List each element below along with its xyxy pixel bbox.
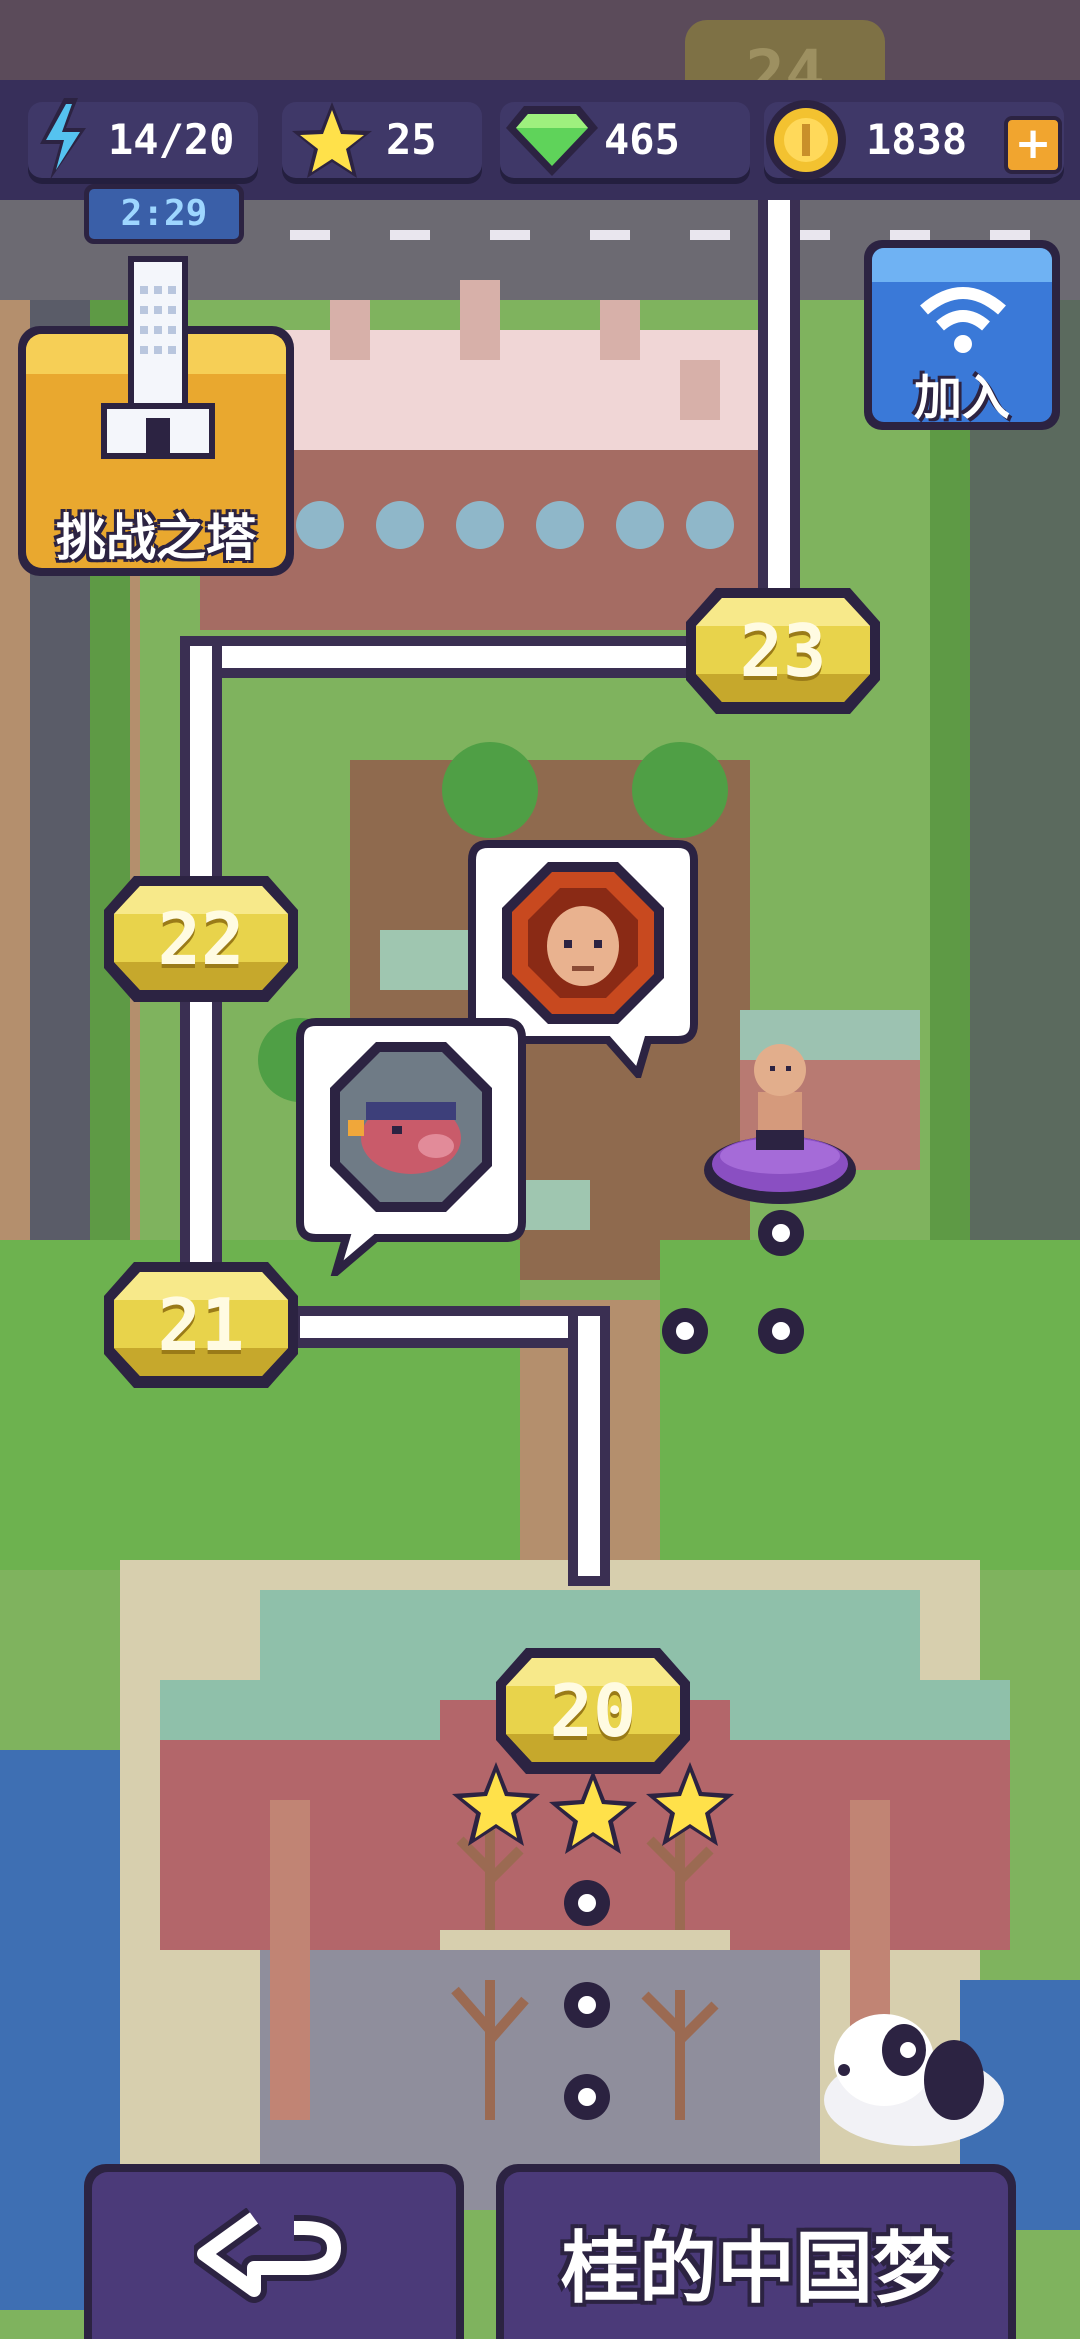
boar-portrait-icon [296,1018,526,1284]
level-node-22[interactable]: 22 [98,870,304,1008]
level-20-stars [452,1762,734,1854]
join-button[interactable]: 加入 [864,240,1060,430]
energy-timer: 2:29 [84,184,244,244]
coins-value: 1838 [866,115,968,164]
plus-icon: + [1014,118,1052,169]
game-map: 24 23 22 21 20 14/20 2:29 25 465 1838 + … [0,0,1080,2339]
path-22-23-horizontal [180,636,700,678]
energy-value: 14/20 [108,115,235,164]
path-dot [564,2074,610,2120]
level-node-21[interactable]: 21 [98,1256,304,1394]
coin-icon [766,100,846,180]
enemy-bubble-boar[interactable] [296,1016,526,1284]
level-node-23[interactable]: 23 [680,582,886,720]
stars-value: 25 [386,115,437,164]
player-avatar-icon [704,1044,856,1204]
path-20-21-horizontal [290,1306,610,1348]
energy-counter[interactable]: 14/20 [28,98,258,180]
dog-icon [824,2014,1004,2146]
lightning-icon [40,98,86,180]
star-icon [292,102,372,178]
star-icon [646,1762,734,1846]
chapter-title: 桂的中国梦 [560,2224,951,2314]
gems-value: 465 [604,115,680,164]
coins-counter[interactable]: 1838 + [764,100,1064,180]
path-dot [758,1308,804,1354]
back-button[interactable] [84,2164,464,2339]
join-label: 加入 [913,370,1010,426]
wifi-icon [920,287,1006,353]
path-dot [662,1308,708,1354]
gems-counter[interactable]: 465 [500,102,750,178]
challenge-tower-label: 挑战之塔 [56,509,256,567]
star-icon [452,1762,540,1846]
back-arrow-icon [194,2208,347,2303]
path-23-24 [758,140,800,620]
challenge-tower-button[interactable]: 挑战之塔 [18,256,294,576]
dog-companion [814,2000,1014,2150]
path-20-21-vertical [568,1306,610,1586]
path-dot [564,1880,610,1926]
chapter-title-banner: 桂的中国梦 [496,2164,1016,2339]
level-22-number: 22 [157,897,245,981]
stars-counter: 25 [282,102,482,178]
gem-icon [506,106,598,176]
star-icon [549,1770,637,1854]
tower-icon [101,256,215,459]
path-dot [564,1982,610,2028]
player-character [700,1030,860,1210]
level-23-number: 23 [739,609,827,693]
level-21-number: 21 [157,1283,245,1367]
add-coins-button[interactable]: + [1004,116,1062,174]
path-dot [758,1210,804,1256]
path-21-22 [180,990,222,1290]
